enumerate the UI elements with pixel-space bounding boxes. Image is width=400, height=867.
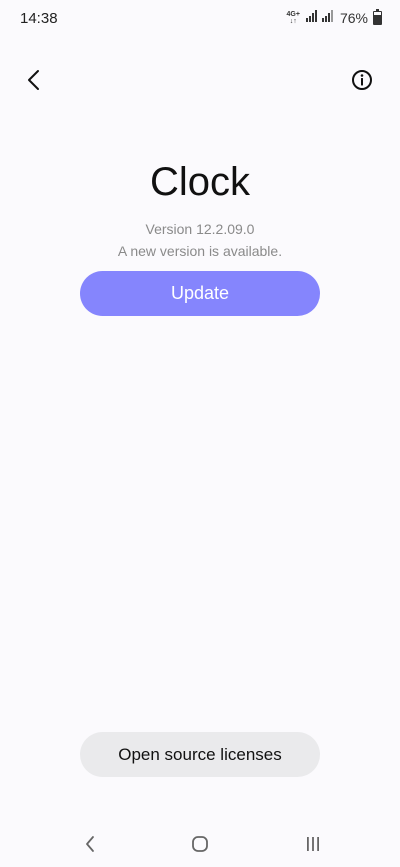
network-type-label: 4G+ ↓↑ (287, 11, 300, 25)
info-circle-icon (352, 70, 372, 90)
signal-icon (305, 9, 318, 27)
signal-icon (321, 9, 334, 27)
app-version: Version 12.2.09.0 (145, 221, 255, 237)
data-arrows-icon: ↓↑ (289, 18, 297, 25)
open-source-licenses-button[interactable]: Open source licenses (80, 732, 320, 777)
status-icons: 4G+ ↓↑ 76% (287, 8, 382, 28)
nav-back-button[interactable] (70, 830, 110, 858)
update-available-note: A new version is available. (117, 243, 283, 259)
nav-home-icon (192, 836, 208, 852)
battery-fill (374, 14, 381, 24)
back-button[interactable] (16, 62, 52, 98)
battery-icon (373, 9, 382, 25)
nav-recents-button[interactable] (293, 830, 333, 858)
status-bar: 14:38 4G+ ↓↑ 76% (0, 0, 400, 36)
info-button[interactable] (344, 62, 380, 98)
network-type-text: 4G+ (286, 11, 300, 18)
battery-percent: 76% (339, 10, 368, 26)
nav-home-button[interactable] (180, 830, 220, 858)
status-time: 14:38 (20, 10, 58, 27)
chevron-left-icon (28, 70, 39, 90)
top-app-bar (0, 56, 400, 104)
navigation-bar (0, 822, 400, 867)
update-button[interactable]: Update (80, 271, 320, 316)
nav-recents-icon (307, 837, 319, 851)
app-title: Clock (149, 160, 251, 204)
nav-back-icon (86, 836, 94, 852)
